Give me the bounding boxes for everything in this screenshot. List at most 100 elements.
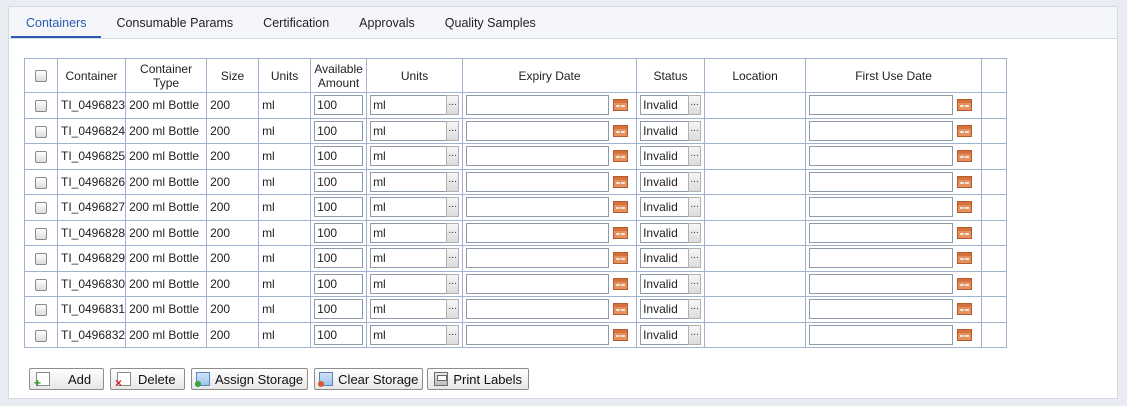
col-location[interactable]: Location <box>704 58 807 93</box>
available-amount-input[interactable]: 100 <box>314 95 364 116</box>
table-row[interactable]: TI_0496830 200 ml Bottle 200 ml 100 ml... Inva… <box>24 270 1008 297</box>
calendar-icon[interactable] <box>957 150 973 163</box>
units-lookup-button[interactable]: ... <box>446 171 460 192</box>
select-all-checkbox[interactable] <box>35 70 47 83</box>
row-checkbox[interactable] <box>35 176 47 189</box>
status-lookup-button[interactable]: ... <box>688 146 702 167</box>
expiry-date-input[interactable] <box>466 273 610 294</box>
available-amount-input[interactable]: 100 <box>314 146 364 167</box>
status-lookup-button[interactable]: ... <box>688 248 702 269</box>
units-input[interactable]: ml <box>370 146 448 167</box>
available-amount-input[interactable]: 100 <box>314 273 364 294</box>
calendar-icon[interactable] <box>613 175 629 188</box>
available-amount-input[interactable]: 100 <box>314 120 364 141</box>
first-use-date-input[interactable] <box>809 171 954 192</box>
units-lookup-button[interactable]: ... <box>446 248 460 269</box>
calendar-icon[interactable] <box>613 252 629 265</box>
tab-containers[interactable]: Containers <box>11 16 102 38</box>
expiry-date-input[interactable] <box>466 120 610 141</box>
row-checkbox[interactable] <box>35 100 47 113</box>
table-row[interactable]: TI_0496828 200 ml Bottle 200 ml 100 ml... Inva… <box>24 219 1008 246</box>
calendar-icon[interactable] <box>957 277 973 290</box>
calendar-icon[interactable] <box>957 99 973 112</box>
units-input[interactable]: ml <box>370 299 448 320</box>
status-lookup-button[interactable]: ... <box>688 171 702 192</box>
units-lookup-button[interactable]: ... <box>446 273 460 294</box>
status-lookup-button[interactable]: ... <box>688 222 702 243</box>
first-use-date-input[interactable] <box>809 299 954 320</box>
status-input[interactable]: Invalid <box>640 222 690 243</box>
available-amount-input[interactable]: 100 <box>314 171 364 192</box>
add-button[interactable]: Add <box>29 368 104 390</box>
row-checkbox[interactable] <box>35 329 47 342</box>
tab-quality-samples[interactable]: Quality Samples <box>430 16 551 38</box>
status-input[interactable]: Invalid <box>640 299 690 320</box>
units-lookup-button[interactable]: ... <box>446 95 460 116</box>
table-row[interactable]: TI_0496831 200 ml Bottle 200 ml 100 ml... Inva… <box>24 296 1008 323</box>
units-input[interactable]: ml <box>370 120 448 141</box>
status-input[interactable]: Invalid <box>640 197 690 218</box>
expiry-date-input[interactable] <box>466 146 610 167</box>
units-input[interactable]: ml <box>370 324 448 345</box>
expiry-date-input[interactable] <box>466 95 610 116</box>
col-expiry-date[interactable]: Expiry Date <box>462 58 638 93</box>
calendar-icon[interactable] <box>957 252 973 265</box>
units-input[interactable]: ml <box>370 273 448 294</box>
first-use-date-input[interactable] <box>809 222 954 243</box>
row-checkbox[interactable] <box>35 304 47 317</box>
status-lookup-button[interactable]: ... <box>688 120 702 141</box>
clear-storage-button[interactable]: Clear Storage <box>314 368 424 390</box>
calendar-icon[interactable] <box>613 99 629 112</box>
calendar-icon[interactable] <box>957 124 973 137</box>
calendar-icon[interactable] <box>957 175 973 188</box>
status-input[interactable]: Invalid <box>640 248 690 269</box>
status-input[interactable]: Invalid <box>640 95 690 116</box>
available-amount-input[interactable]: 100 <box>314 324 364 345</box>
expiry-date-input[interactable] <box>466 248 610 269</box>
status-input[interactable]: Invalid <box>640 120 690 141</box>
col-units-select[interactable]: Units <box>366 58 464 93</box>
expiry-date-input[interactable] <box>466 197 610 218</box>
status-input[interactable]: Invalid <box>640 171 690 192</box>
first-use-date-input[interactable] <box>809 95 954 116</box>
table-row[interactable]: TI_0496824 200 ml Bottle 200 ml 100 ml... Inva… <box>24 117 1008 144</box>
col-available-amount[interactable]: Available Amount <box>310 58 368 93</box>
table-row[interactable]: TI_0496827 200 ml Bottle 200 ml 100 ml... Inva… <box>24 194 1008 221</box>
row-checkbox[interactable] <box>35 202 47 215</box>
col-status[interactable]: Status <box>636 58 706 93</box>
status-input[interactable]: Invalid <box>640 324 690 345</box>
calendar-icon[interactable] <box>613 277 629 290</box>
tab-certification[interactable]: Certification <box>248 16 344 38</box>
status-input[interactable]: Invalid <box>640 146 690 167</box>
status-lookup-button[interactable]: ... <box>688 299 702 320</box>
table-row[interactable]: TI_0496832 200 ml Bottle 200 ml 100 ml... Inva… <box>24 321 1008 348</box>
available-amount-input[interactable]: 100 <box>314 222 364 243</box>
expiry-date-input[interactable] <box>466 222 610 243</box>
units-input[interactable]: ml <box>370 171 448 192</box>
expiry-date-input[interactable] <box>466 299 610 320</box>
col-size[interactable]: Size <box>206 58 260 93</box>
units-input[interactable]: ml <box>370 95 448 116</box>
row-checkbox[interactable] <box>35 278 47 291</box>
units-lookup-button[interactable]: ... <box>446 120 460 141</box>
first-use-date-input[interactable] <box>809 248 954 269</box>
expiry-date-input[interactable] <box>466 324 610 345</box>
calendar-icon[interactable] <box>613 124 629 137</box>
available-amount-input[interactable]: 100 <box>314 299 364 320</box>
tab-approvals[interactable]: Approvals <box>344 16 430 38</box>
calendar-icon[interactable] <box>613 328 629 341</box>
assign-storage-button[interactable]: Assign Storage <box>191 368 309 390</box>
status-lookup-button[interactable]: ... <box>688 273 702 294</box>
table-row[interactable]: TI_0496829 200 ml Bottle 200 ml 100 ml... Inva… <box>24 245 1008 272</box>
status-lookup-button[interactable]: ... <box>688 324 702 345</box>
available-amount-input[interactable]: 100 <box>314 197 364 218</box>
units-input[interactable]: ml <box>370 222 448 243</box>
units-input[interactable]: ml <box>370 248 448 269</box>
calendar-icon[interactable] <box>613 303 629 316</box>
first-use-date-input[interactable] <box>809 146 954 167</box>
delete-button[interactable]: Delete <box>110 368 185 390</box>
units-input[interactable]: ml <box>370 197 448 218</box>
col-container-type[interactable]: Container Type <box>125 58 208 93</box>
units-lookup-button[interactable]: ... <box>446 146 460 167</box>
available-amount-input[interactable]: 100 <box>314 248 364 269</box>
